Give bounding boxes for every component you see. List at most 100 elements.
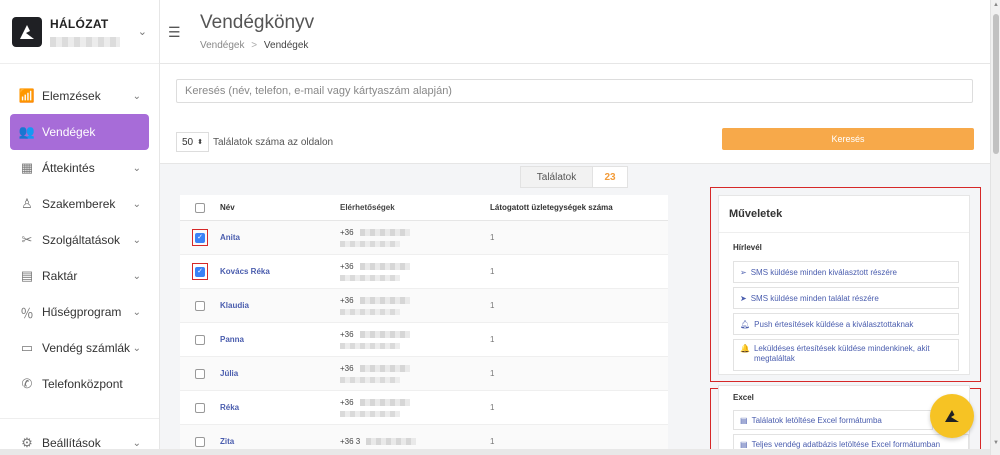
contact-cell: +36 3 xyxy=(340,437,490,446)
results-label: Találatok xyxy=(521,167,593,187)
sidebar-item-label: Szolgáltatások xyxy=(42,233,121,247)
phone-prefix: +36 xyxy=(340,364,354,373)
hamburger-icon[interactable]: ☰ xyxy=(168,24,181,41)
visits-count: 1 xyxy=(490,335,495,344)
sidebar-item-vendeg-szamlak[interactable]: ▭ Vendég számlák ⌄ xyxy=(10,330,149,366)
sidebar-item-label: Vendég számlák xyxy=(42,341,131,355)
phone-prefix: +36 xyxy=(340,296,354,305)
button-label: SMS küldése minden találat részére xyxy=(750,293,879,303)
visits-count: 1 xyxy=(490,301,495,310)
row-checkbox[interactable] xyxy=(195,334,205,345)
selection-highlight: ✓ xyxy=(192,263,208,280)
sidebar-item-husegprogram[interactable]: ％ Hűségprogram ⌄ xyxy=(10,294,149,330)
chevron-down-icon: ⌄ xyxy=(132,342,141,354)
divider xyxy=(0,418,159,419)
brand-switcher[interactable]: HÁLÓZAT ⌄ xyxy=(0,0,159,64)
row-checkbox[interactable]: ✓ xyxy=(195,266,205,277)
phone-prefix: +36 xyxy=(340,228,354,237)
sms-all-results-button[interactable]: ➤ SMS küldése minden találat részére xyxy=(733,287,959,309)
breadcrumb: Vendégek > Vendégek xyxy=(200,40,308,51)
sidebar-item-telefonkozpont[interactable]: ✆ Telefonközpont xyxy=(10,366,149,402)
person-icon: ♙ xyxy=(21,196,33,211)
results-counter: Találatok 23 xyxy=(520,166,628,188)
search-panel: 50 ⬍ Találatok száma az oldalon Keresés xyxy=(160,64,990,164)
excel-section-title: Excel xyxy=(733,393,754,402)
phone-prefix: +36 3 xyxy=(340,437,361,446)
per-page-control: 50 ⬍ Találatok száma az oldalon xyxy=(176,132,333,152)
redacted-contact xyxy=(340,377,400,383)
newsletter-section-title: Hírlevél xyxy=(733,243,762,252)
guest-name-link[interactable]: Réka xyxy=(220,403,340,412)
excel-results-download-button[interactable]: ▤ Találatok letöltése Excel formátumba xyxy=(733,410,933,430)
sms-selected-button[interactable]: ➢ SMS küldése minden kiválasztott részére xyxy=(733,261,959,283)
push-selected-button[interactable]: 🔔︎ Push értesítések küldése a kiválasztot… xyxy=(733,313,959,335)
selection-highlight: ✓ xyxy=(192,229,208,246)
column-header-name[interactable]: Név xyxy=(220,203,340,212)
breadcrumb-current: Vendégek xyxy=(263,40,309,51)
sidebar-item-vendegek[interactable]: 👥 Vendégek xyxy=(10,114,149,150)
search-input[interactable] xyxy=(176,79,973,103)
scroll-down-icon[interactable]: ▼ xyxy=(993,440,999,446)
sidebar: HÁLÓZAT ⌄ 📶 Elemzések ⌄ 👥 Vendégek ▦ Átt… xyxy=(0,0,160,455)
chevron-down-icon: ⌄ xyxy=(132,90,141,102)
guest-name-link[interactable]: Júlia xyxy=(220,369,340,378)
guest-name-link[interactable]: Kovács Réka xyxy=(220,267,340,276)
scissors-icon: ✂ xyxy=(21,232,33,247)
sidebar-item-szolgaltatasok[interactable]: ✂ Szolgáltatások ⌄ xyxy=(10,222,149,258)
search-button[interactable]: Keresés xyxy=(722,128,974,150)
chevron-down-icon: ⌄ xyxy=(132,198,141,210)
bell-icon: 🔔︎ xyxy=(740,319,751,329)
percent-icon: ％ xyxy=(20,305,34,321)
bell-filled-icon: 🔔 xyxy=(740,344,750,353)
sidebar-nav: 📶 Elemzések ⌄ 👥 Vendégek ▦ Áttekintés ⌄ … xyxy=(0,64,159,455)
guest-name-link[interactable]: Klaudia xyxy=(220,301,340,310)
scrollbar-thumb[interactable] xyxy=(993,14,999,154)
table-row: Júlia +36 1 xyxy=(180,357,668,391)
sidebar-item-label: Hűségprogram xyxy=(42,305,122,319)
brand-sub-redacted xyxy=(50,36,120,47)
row-checkbox[interactable] xyxy=(195,402,205,413)
guest-name-link[interactable]: Panna xyxy=(220,335,340,344)
table-body: ✓ Anita +36 1 ✓ Kovács Réka +36 1 Klaudi… xyxy=(180,221,668,455)
guest-name-link[interactable]: Anita xyxy=(220,233,340,242)
guests-table: Név Elérhetőségek Látogatott üzletegység… xyxy=(180,195,668,455)
redacted-contact xyxy=(340,343,400,349)
table-row: Klaudia +36 1 xyxy=(180,289,668,323)
chevron-down-icon: ⌄ xyxy=(132,437,141,449)
taskbar-strip xyxy=(0,449,990,455)
support-fab[interactable] xyxy=(930,394,974,438)
row-checkbox[interactable] xyxy=(195,368,205,379)
sidebar-item-elemzesek[interactable]: 📶 Elemzések ⌄ xyxy=(10,78,149,114)
redacted-contact xyxy=(340,309,400,315)
visits-count: 1 xyxy=(490,267,495,276)
chevron-down-icon[interactable]: ⌄ xyxy=(138,25,147,38)
select-all-checkbox[interactable] xyxy=(195,202,205,213)
redacted-phone xyxy=(359,263,410,271)
row-checkbox[interactable] xyxy=(195,436,205,447)
sidebar-item-szakemberek[interactable]: ♙ Szakemberek ⌄ xyxy=(10,186,149,222)
sidebar-item-raktar[interactable]: ▤ Raktár ⌄ xyxy=(10,258,149,294)
phone-prefix: +36 xyxy=(340,262,354,271)
updown-icon: ⬍ xyxy=(197,139,203,146)
scroll-up-icon[interactable]: ▲ xyxy=(993,2,999,8)
page-title: Vendégkönyv xyxy=(200,12,315,33)
phone-prefix: +36 xyxy=(340,398,354,407)
guest-name-link[interactable]: Zita xyxy=(220,437,340,446)
button-label: SMS küldése minden kiválasztott részére xyxy=(750,267,897,277)
table-header: Név Elérhetőségek Látogatott üzletegység… xyxy=(180,195,668,221)
table-row: Réka +36 1 xyxy=(180,391,668,425)
row-checkbox[interactable]: ✓ xyxy=(195,232,205,243)
chevron-down-icon: ⌄ xyxy=(132,234,141,246)
operations-title: Műveletek xyxy=(719,196,969,233)
sidebar-item-attekintes[interactable]: ▦ Áttekintés ⌄ xyxy=(10,150,149,186)
vertical-scrollbar[interactable]: ▲ ▼ xyxy=(990,0,1000,455)
per-page-select[interactable]: 50 ⬍ xyxy=(176,132,209,152)
file-icon: ▤ xyxy=(740,415,748,425)
row-checkbox[interactable] xyxy=(195,300,205,311)
contact-cell: +36 xyxy=(340,364,490,383)
redacted-contact xyxy=(340,241,400,247)
push-all-button[interactable]: 🔔 Leküldéses értesítések küldése mindenki… xyxy=(733,339,959,371)
redacted-phone xyxy=(366,438,417,446)
breadcrumb-parent[interactable]: Vendégek xyxy=(200,40,245,51)
sidebar-item-label: Raktár xyxy=(42,269,78,283)
